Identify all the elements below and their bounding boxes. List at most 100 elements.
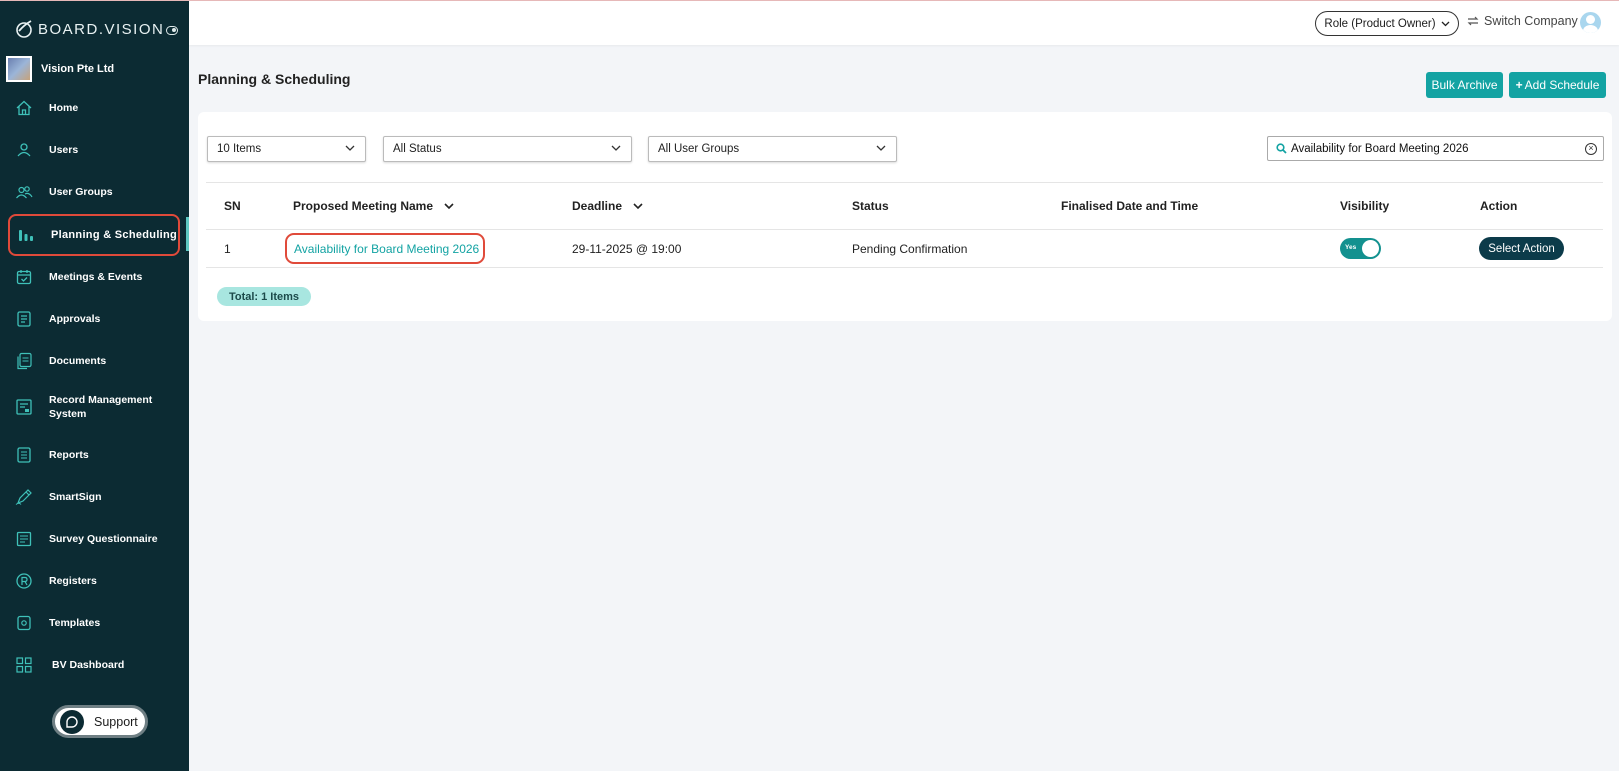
bar-chart-icon (17, 226, 35, 244)
record-icon (15, 398, 33, 416)
column-header-visibility: Visibility (1340, 199, 1390, 213)
sidebar-item-smartsign[interactable]: SmartSign (8, 476, 180, 518)
sidebar-item-documents[interactable]: Documents (8, 340, 180, 382)
toggle-label: Yes (1345, 244, 1357, 251)
chevron-down-icon (345, 145, 355, 151)
meeting-name-link[interactable]: Availability for Board Meeting 2026 (285, 233, 485, 264)
support-label: Support (94, 714, 138, 729)
company-name: Vision Pte Ltd (41, 63, 115, 75)
column-header-label: Proposed Meeting Name (293, 199, 434, 213)
sidebar-item-survey-questionnaire[interactable]: Survey Questionnaire (8, 518, 180, 560)
add-schedule-label: Add Schedule (1524, 78, 1600, 92)
column-header-status: Status (852, 199, 889, 213)
visibility-toggle[interactable]: Yes (1340, 238, 1381, 259)
search-input[interactable] (1291, 142, 1581, 155)
company-selector[interactable]: Vision Pte Ltd (6, 56, 114, 82)
sort-chevron-icon[interactable] (444, 202, 454, 210)
switch-company-label: Switch Company (1484, 14, 1578, 28)
table-header-divider (206, 229, 1603, 230)
chevron-down-icon (876, 145, 886, 151)
sidebar-item-home[interactable]: Home (8, 87, 180, 129)
user-groups-filter-value: All User Groups (658, 143, 740, 155)
page-title: Planning & Scheduling (198, 71, 351, 87)
column-header-proposed-meeting-name[interactable]: Proposed Meeting Name (293, 199, 454, 213)
clear-search-icon[interactable]: × (1585, 143, 1597, 155)
calendar-icon (15, 268, 33, 286)
documents-icon (15, 352, 33, 370)
bulk-archive-button[interactable]: Bulk Archive (1426, 72, 1503, 98)
pen-icon (15, 488, 33, 506)
sidebar-item-record-management-system[interactable]: Record Management System (8, 386, 180, 428)
add-schedule-button[interactable]: + Add Schedule (1509, 72, 1606, 98)
sidebar-item-planning-scheduling[interactable]: Planning & Scheduling (8, 214, 180, 256)
report-icon (15, 446, 33, 464)
items-per-page-select[interactable]: 10 Items (207, 136, 366, 162)
sidebar-item-label: Record Management System (49, 394, 153, 420)
row-deadline: 29-11-2025 @ 19:00 (572, 242, 682, 256)
sidebar-item-registers[interactable]: Registers (8, 560, 180, 602)
column-header-action: Action (1480, 199, 1518, 213)
sidebar-item-templates[interactable]: Templates (8, 602, 180, 644)
table-top-divider (206, 182, 1603, 183)
column-header-deadline[interactable]: Deadline (572, 199, 643, 213)
board-vision-logo-icon (16, 20, 32, 38)
sidebar-item-label: SmartSign (49, 491, 102, 503)
role-label: Role (Product Owner) (1324, 17, 1436, 30)
total-items-badge: Total: 1 Items (217, 287, 311, 306)
status-filter-value: All Status (393, 143, 442, 155)
template-icon (15, 614, 33, 632)
user-groups-filter-select[interactable]: All User Groups (648, 136, 897, 162)
sidebar-item-bv-dashboard[interactable]: BV Dashboard (8, 644, 180, 686)
support-button[interactable]: Support (52, 705, 148, 738)
switch-arrows-icon (1467, 16, 1479, 26)
survey-icon (15, 530, 33, 548)
brand-logo[interactable]: BOARD.VISION (14, 19, 164, 39)
sidebar-item-label: Approvals (49, 313, 101, 325)
document-check-icon (15, 310, 33, 328)
registered-icon (15, 572, 33, 590)
sidebar-item-label: User Groups (49, 186, 113, 198)
sidebar-item-reports[interactable]: Reports (8, 434, 180, 476)
search-icon (1276, 143, 1287, 154)
switch-company-button[interactable]: Switch Company (1467, 14, 1578, 28)
user-icon (15, 141, 33, 159)
row-sn: 1 (224, 242, 231, 256)
brand-name: BOARD.VISION (38, 20, 165, 38)
dashboard-grid-icon (15, 656, 33, 674)
sidebar-collapse-toggle-icon[interactable] (166, 26, 178, 35)
status-filter-select[interactable]: All Status (383, 136, 632, 162)
top-bar: Role (Product Owner) Switch Company (189, 1, 1619, 45)
sidebar-item-label: Documents (49, 355, 107, 367)
sidebar-item-label: Templates (49, 617, 101, 629)
sidebar-item-label: Users (49, 144, 79, 156)
column-header-label: Deadline (572, 199, 623, 213)
sidebar-item-label: BV Dashboard (52, 659, 125, 671)
column-header-finalised-date-time: Finalised Date and Time (1061, 199, 1199, 213)
chevron-down-icon (1441, 21, 1450, 26)
sidebar-item-label: Registers (49, 575, 97, 587)
select-action-button[interactable]: Select Action (1479, 237, 1564, 260)
users-icon (15, 183, 33, 201)
sidebar-item-users[interactable]: Users (8, 129, 180, 171)
sidebar: BOARD.VISION Vision Pte Ltd Home Users U… (0, 1, 189, 771)
chevron-down-icon (611, 145, 621, 151)
sidebar-item-user-groups[interactable]: User Groups (8, 171, 180, 213)
sidebar-item-label: Survey Questionnaire (49, 533, 158, 545)
role-dropdown[interactable]: Role (Product Owner) (1315, 11, 1459, 36)
active-indicator (186, 217, 189, 251)
row-status: Pending Confirmation (852, 242, 968, 256)
plus-icon: + (1515, 78, 1523, 92)
sidebar-item-label: Reports (49, 449, 89, 461)
home-icon (15, 99, 33, 117)
sort-chevron-icon[interactable] (633, 202, 643, 210)
sidebar-item-approvals[interactable]: Approvals (8, 298, 180, 340)
sidebar-item-label: Planning & Scheduling (51, 229, 178, 241)
toggle-knob (1362, 240, 1379, 257)
sidebar-item-label: Home (49, 102, 79, 114)
company-logo (6, 56, 32, 82)
sidebar-item-meetings-events[interactable]: Meetings & Events (8, 256, 180, 298)
chat-support-icon (60, 709, 84, 734)
items-per-page-value: 10 Items (217, 143, 262, 155)
sidebar-item-label: Meetings & Events (49, 271, 143, 283)
user-avatar[interactable] (1580, 12, 1601, 33)
